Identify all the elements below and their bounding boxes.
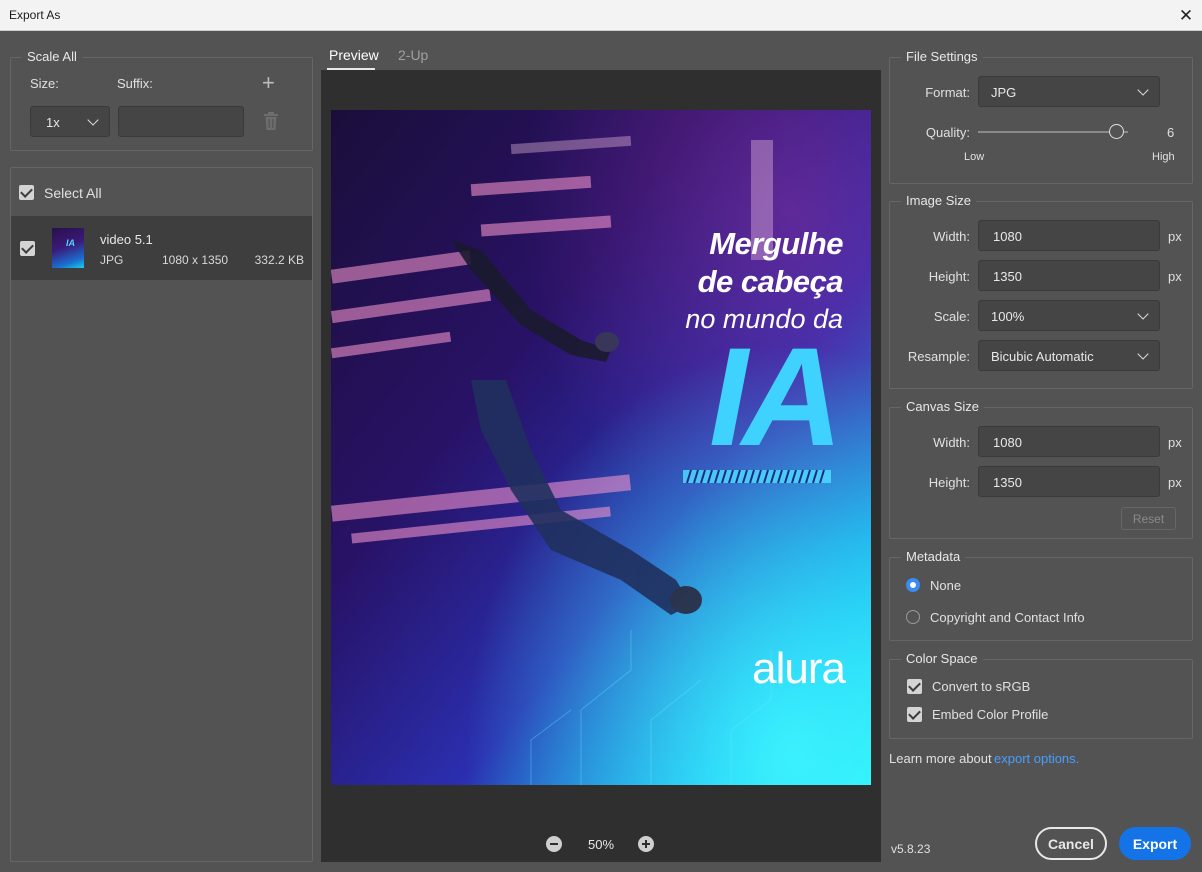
scale-label: Scale:	[933, 309, 970, 324]
metadata-legend: Metadata	[901, 549, 966, 564]
thumbnail-text: IA	[66, 238, 75, 248]
select-all-label: Select All	[44, 185, 102, 201]
metadata-none-label: None	[930, 578, 962, 593]
cancel-button[interactable]: Cancel	[1035, 827, 1107, 860]
canvas-width-input[interactable]: 1080	[978, 426, 1160, 457]
suffix-label: Suffix:	[117, 76, 153, 91]
asset-name: video 5.1	[100, 232, 153, 247]
format-select[interactable]: JPG	[978, 76, 1160, 107]
resample-select-value: Bicubic Automatic	[991, 349, 1094, 364]
canvas-height-label: Height:	[928, 475, 970, 490]
asset-format: JPG	[100, 253, 124, 267]
format-select-value: JPG	[991, 85, 1017, 100]
resample-label: Resample:	[907, 349, 970, 364]
chevron-down-icon	[1137, 308, 1149, 320]
asset-size: 332.2 KB	[254, 253, 304, 267]
quality-low-label: Low	[964, 151, 985, 163]
asset-row[interactable]: IA video 5.1 JPG 1080 x 1350 332.2 KB	[11, 216, 312, 280]
zoom-level: 50%	[588, 837, 615, 852]
chevron-down-icon	[87, 114, 99, 126]
canvas-width-unit: px	[1168, 435, 1182, 450]
reset-button[interactable]: Reset	[1121, 507, 1176, 530]
image-height-label: Height:	[928, 269, 970, 284]
size-label: Size:	[30, 76, 59, 91]
size-select-value: 1x	[46, 115, 60, 130]
title-bar: Export As ✕	[0, 0, 1202, 31]
resample-select[interactable]: Bicubic Automatic	[978, 340, 1160, 371]
asset-thumbnail: IA	[52, 228, 84, 268]
select-all-checkbox[interactable]	[19, 185, 34, 200]
metadata-group: Metadata	[889, 549, 1193, 641]
color-space-group: Color Space	[889, 651, 1193, 739]
preview-image: Mergulhe de cabeça no mundo da IA alura	[331, 110, 871, 785]
quality-slider-thumb[interactable]	[1109, 124, 1124, 139]
scale-select-value: 100%	[991, 309, 1025, 324]
metadata-copyright-label: Copyright and Contact Info	[930, 610, 1085, 625]
quality-value: 6	[1167, 125, 1175, 140]
tab-2up[interactable]: 2-Up	[398, 47, 428, 63]
zoom-in-icon[interactable]	[638, 836, 654, 852]
metadata-copyright-radio[interactable]	[906, 610, 920, 624]
poster-brand: alura	[752, 644, 846, 693]
image-height-input[interactable]: 1350	[978, 260, 1160, 291]
poster-ia: IA	[709, 318, 843, 475]
image-size-legend: Image Size	[901, 193, 977, 208]
quality-label: Quality:	[925, 125, 970, 140]
convert-srgb-label: Convert to sRGB	[932, 679, 1031, 694]
learn-more-text: Learn more about	[889, 751, 992, 766]
scale-select[interactable]: 100%	[978, 300, 1160, 331]
embed-profile-checkbox[interactable]	[907, 707, 922, 722]
canvas-size-legend: Canvas Size	[901, 399, 984, 414]
asset-dimensions: 1080 x 1350	[162, 253, 229, 267]
poster-headline-1: Mergulhe	[709, 226, 843, 261]
suffix-input[interactable]	[118, 106, 244, 137]
image-width-label: Width:	[933, 229, 970, 244]
image-height-unit: px	[1168, 269, 1182, 284]
canvas-height-input[interactable]: 1350	[978, 466, 1160, 497]
tab-preview[interactable]: Preview	[329, 47, 379, 63]
embed-profile-label: Embed Color Profile	[932, 707, 1049, 722]
convert-srgb-checkbox[interactable]	[907, 679, 922, 694]
export-options-link[interactable]: export options.	[994, 751, 1079, 766]
scale-all-legend: Scale All	[22, 49, 82, 64]
size-select[interactable]: 1x	[30, 106, 110, 137]
add-scale-icon[interactable]: +	[262, 70, 275, 96]
window-title: Export As	[9, 8, 61, 22]
chevron-down-icon	[1137, 84, 1149, 96]
color-space-legend: Color Space	[901, 651, 983, 666]
export-button[interactable]: Export	[1119, 827, 1191, 860]
file-settings-legend: File Settings	[901, 49, 983, 64]
chevron-down-icon	[1137, 348, 1149, 360]
trash-icon[interactable]	[263, 112, 279, 130]
canvas-width-label: Width:	[933, 435, 970, 450]
quality-high-label: High	[1152, 151, 1175, 163]
asset-checkbox[interactable]	[20, 241, 35, 256]
format-label: Format:	[925, 85, 970, 100]
version-label: v5.8.23	[891, 842, 931, 856]
quality-slider-track[interactable]	[978, 124, 1128, 139]
image-width-input[interactable]: 1080	[978, 220, 1160, 251]
metadata-none-radio[interactable]	[906, 578, 920, 592]
canvas-height-unit: px	[1168, 475, 1182, 490]
close-icon[interactable]: ✕	[1170, 0, 1202, 31]
zoom-out-icon[interactable]	[546, 836, 562, 852]
poster-headline-2: de cabeça	[697, 264, 844, 299]
image-width-unit: px	[1168, 229, 1182, 244]
